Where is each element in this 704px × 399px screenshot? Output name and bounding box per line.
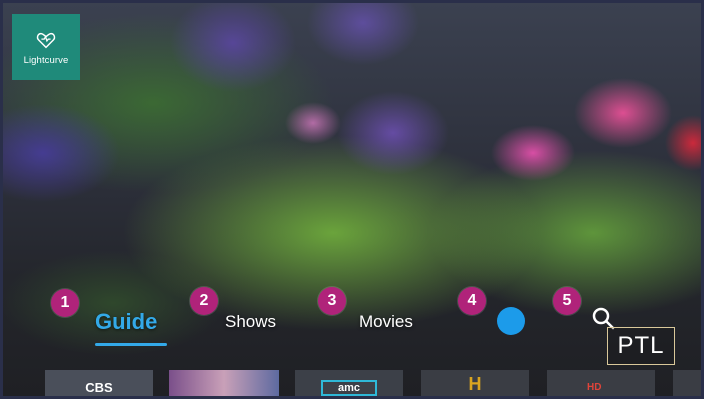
tab-movies[interactable]: Movies <box>359 312 413 332</box>
channel-tile-amc[interactable]: amc <box>295 370 403 396</box>
tab-shows[interactable]: Shows <box>225 312 276 332</box>
channel-label: amc <box>321 380 377 396</box>
callout-badge-1: 1 <box>51 289 79 317</box>
channel-tile-partial[interactable] <box>673 370 701 396</box>
channel-tile-cbs[interactable]: CBS <box>45 370 153 396</box>
active-tab-indicator <box>95 343 167 346</box>
profile-button[interactable]: PTL <box>607 327 675 365</box>
channel-label: CBS <box>85 380 113 395</box>
callout-badge-5: 5 <box>553 287 581 315</box>
callout-badge-4: 4 <box>458 287 486 315</box>
channel-row: CBS amc H HD <box>3 370 701 396</box>
channel-tile-hd[interactable]: HD <box>547 370 655 396</box>
lightcurve-logo: Lightcurve <box>12 14 80 80</box>
menu-dot-button[interactable] <box>497 307 525 335</box>
heart-signal-icon <box>36 32 56 48</box>
channel-label: H <box>468 374 482 394</box>
tv-home-screen: Lightcurve 1 2 3 4 5 Guide Shows Movies … <box>0 0 704 399</box>
callout-badge-3: 3 <box>318 287 346 315</box>
callout-badge-2: 2 <box>190 287 218 315</box>
channel-label: HD <box>587 382 602 393</box>
tab-guide[interactable]: Guide <box>95 309 157 335</box>
channel-tile-show[interactable] <box>169 370 279 396</box>
brand-name: Lightcurve <box>23 54 69 66</box>
channel-tile-history[interactable]: H <box>421 370 529 396</box>
